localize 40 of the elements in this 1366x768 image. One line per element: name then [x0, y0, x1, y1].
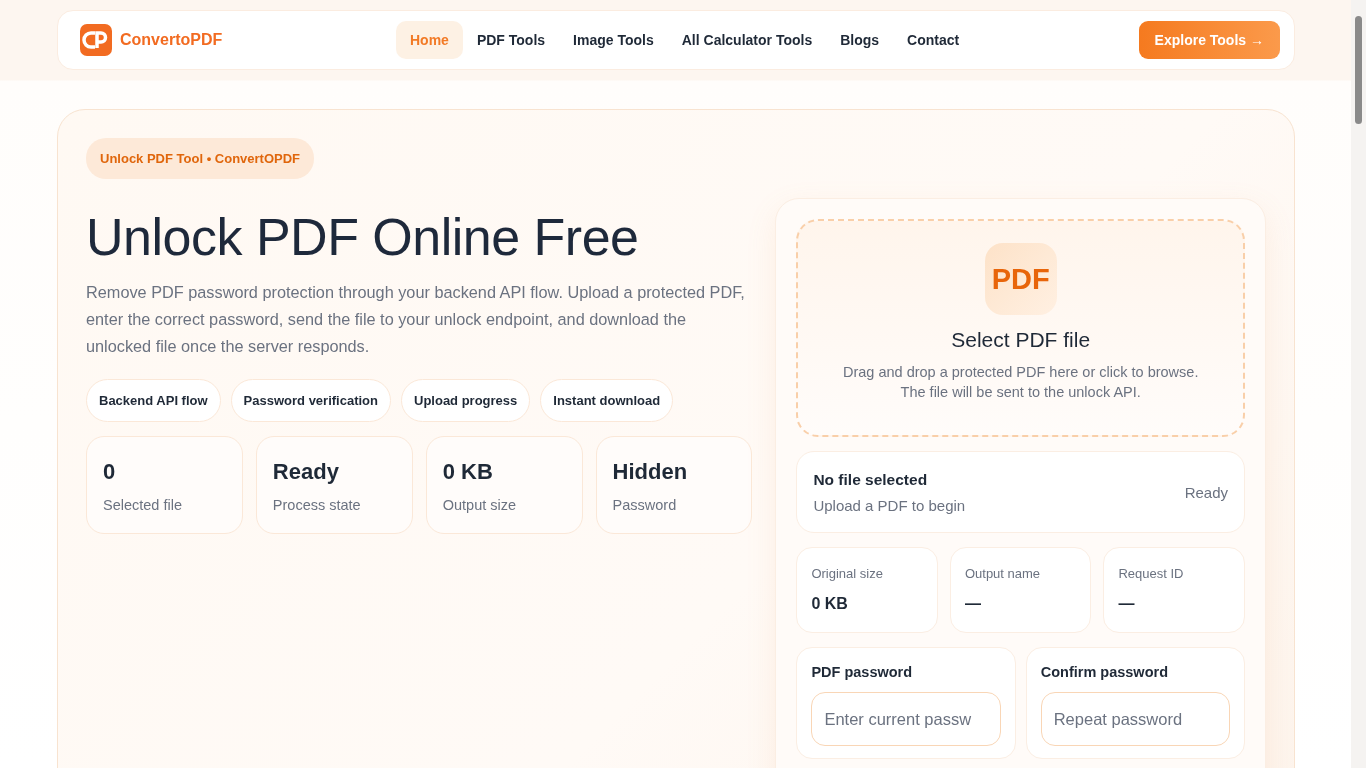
password-field[interactable]: Repeat password: [1040, 692, 1230, 746]
password-label: PDF password: [811, 664, 914, 680]
nav-link[interactable]: Contact: [893, 21, 974, 59]
scrollbar[interactable]: [1351, 0, 1366, 768]
logo-icon: [80, 24, 112, 56]
stat-value: 0: [103, 459, 116, 485]
detail-value: —: [1118, 595, 1135, 613]
file-status-subtitle: Upload a PDF to begin: [813, 496, 966, 514]
detail-label: Output name: [964, 566, 1041, 581]
detail-label: Request ID: [1118, 566, 1184, 581]
detail-value: —: [964, 595, 981, 613]
feature-chip: Upload progress: [401, 379, 531, 422]
description: Remove PDF password protection through your backend API flow. Upload a protected PDF, enter the correct password, send the file to your unlock endpoint, and download the unlocked file once the server responds.: [86, 282, 746, 357]
nav-link[interactable]: All Calculator Tools: [667, 21, 827, 59]
nav-link[interactable]: Image Tools: [559, 21, 668, 59]
stat-label: Selected file: [103, 497, 182, 513]
feature-chip: Password verification: [230, 379, 391, 422]
page-title: Unlock PDF Online Free: [86, 207, 639, 267]
pdf-icon: PDF: [984, 243, 1057, 315]
stat-value: Ready: [272, 459, 339, 485]
password-field[interactable]: Enter current passw: [811, 692, 1001, 746]
nav-link[interactable]: PDF Tools: [462, 21, 560, 59]
stat-label: Password: [612, 497, 677, 513]
file-status-title: No file selected: [813, 470, 929, 489]
drop-title: Select PDF file: [951, 328, 1091, 352]
nav-link[interactable]: Blogs: [826, 21, 894, 59]
file-status-state: Ready: [1184, 483, 1228, 501]
stat-value: Hidden: [612, 459, 688, 485]
detail-label: Original size: [811, 566, 883, 581]
drop-hint: The file will be sent to the unlock API.: [900, 384, 1141, 400]
stat-value: 0 KB: [442, 459, 493, 485]
detail-value: 0 KB: [811, 595, 848, 613]
drop-zone[interactable]: PDF Select PDF file Drag and drop a protected PDF here or click to browse. The file will be sent to the unlock API.: [796, 219, 1245, 437]
tool-badge: Unlock PDF Tool • ConvertOPDF: [86, 138, 315, 179]
password-label: Confirm password: [1040, 664, 1169, 680]
feature-chip: Instant download: [540, 379, 674, 422]
stat-label: Process state: [272, 497, 361, 513]
feature-chip: Backend API flow: [86, 379, 221, 422]
stat-label: Output size: [442, 497, 517, 513]
drop-hint: Drag and drop a protected PDF here or click to browse.: [843, 364, 1199, 380]
